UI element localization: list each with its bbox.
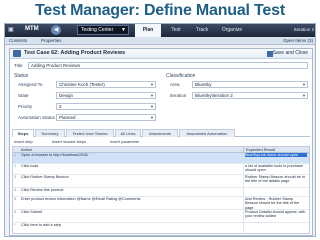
app-brand: MTM: [25, 26, 39, 32]
row-marker: 1: [14, 153, 16, 157]
save-and-close-button[interactable]: Save and Close: [273, 50, 308, 56]
priority-field[interactable]: 2 ▼: [56, 103, 156, 110]
area-field[interactable]: BlueSky ▼: [192, 81, 308, 88]
assigned-to-label: Assigned To: [18, 82, 43, 87]
priority-value: 2: [59, 104, 62, 109]
title-label: Title: [14, 63, 23, 68]
table-row[interactable]: 6 Click Submit Product Detailsl should a…: [13, 210, 309, 223]
tab-steps[interactable]: Steps: [12, 129, 34, 137]
area-value: BlueSky: [195, 82, 212, 87]
row-marker: *: [14, 223, 16, 227]
row-expected[interactable]: BlueSkyLink home should open: [245, 153, 307, 158]
table-row[interactable]: 3 Click Rubber Stamp Beacon Rubber Stamp…: [13, 175, 309, 188]
chevron-down-icon: ▼: [302, 93, 306, 98]
row-marker: 5: [14, 197, 16, 201]
top-bar: ▣ MTM ◀ Testing Center ▼ Plan Test Track…: [5, 24, 315, 37]
insert-shared-steps-button[interactable]: Insert shared steps: [52, 139, 86, 144]
row-action: Click Submit: [21, 210, 43, 214]
row-expected: Product Detailsl should appear, with you…: [245, 210, 306, 219]
row-marker: 3: [14, 175, 16, 179]
row-action: Open a browser to http://localhost:2010/: [21, 153, 89, 157]
iteration-field[interactable]: BlueSky\Iteration 2 ▼: [192, 92, 308, 99]
classification-heading: Classification: [166, 73, 196, 79]
status-heading: Status: [14, 73, 29, 79]
tab-organize[interactable]: Organize: [217, 24, 247, 37]
iteration-indicator: Iteration 2: [293, 27, 314, 32]
chevron-down-icon: ▼: [150, 82, 154, 87]
test-case-icon: [13, 50, 21, 57]
form-title: Test Case 62: Adding Product Reviews: [24, 50, 126, 56]
automation-status-field[interactable]: Planned ▼: [56, 114, 156, 121]
row-expected: Add Review - Rubber Stamp Beacon should …: [245, 197, 300, 210]
state-label: State: [18, 93, 29, 98]
row-expected: Rubber Stamp Beacon should be in the tit…: [245, 175, 305, 184]
tab-all-links[interactable]: All Links: [115, 129, 141, 137]
tab-plan[interactable]: Plan: [135, 24, 161, 37]
add-step-row[interactable]: * Click here to add a step: [13, 223, 309, 232]
area-label: Area: [170, 82, 180, 87]
iteration-label: Iteration: [170, 93, 187, 98]
tab-track[interactable]: Track: [191, 24, 213, 37]
tab-summary[interactable]: Summary: [35, 129, 65, 137]
row-action: Click here to add a step: [21, 223, 61, 227]
test-case-form: Test Case 62: Adding Product Reviews Sav…: [9, 48, 313, 236]
contents-link[interactable]: Contents: [9, 38, 27, 43]
assigned-to-field[interactable]: Christine Koch (Tester) ▼: [56, 81, 156, 88]
row-marker: 2: [14, 164, 16, 168]
open-items-link[interactable]: Open Items (3): [283, 38, 313, 43]
project-selector[interactable]: Testing Center ▼: [77, 25, 129, 35]
project-label: Testing Center: [81, 27, 114, 33]
iteration-value: BlueSky\Iteration 2: [195, 93, 233, 98]
slide-title: Test Manager: Define Manual Test: [35, 2, 285, 19]
app-logo-icon: ▣: [8, 27, 14, 33]
row-action: Click Rubber Stamp Beacon: [21, 175, 69, 179]
back-icon[interactable]: ◀: [51, 25, 61, 35]
properties-link[interactable]: Properties: [41, 38, 62, 43]
state-value: Design: [59, 93, 74, 98]
automation-status-label: Automation Status: [18, 115, 55, 120]
sub-bar: Contents Properties Open Items (3): [5, 37, 315, 45]
chevron-down-icon: ▼: [150, 104, 154, 109]
chevron-down-icon: ▼: [121, 27, 126, 33]
row-marker: 6: [14, 210, 16, 214]
row-action: Click Review this product: [21, 188, 64, 192]
form-header: Test Case 62: Adding Product Reviews Sav…: [10, 49, 312, 59]
state-field[interactable]: Design ▼: [56, 92, 156, 99]
title-field[interactable]: Adding Product Reviews: [28, 62, 308, 69]
row-expected: a list of available tools to purchase sh…: [245, 164, 304, 173]
steps-toolbar: Insert step Insert shared steps Insert p…: [12, 138, 310, 145]
table-row[interactable]: 1 Open a browser to http://localhost:201…: [13, 153, 309, 164]
steps-grid: Action Expected Result 1 Open a browser …: [12, 146, 310, 234]
tab-associated-automation[interactable]: Associated Automation: [179, 129, 235, 137]
priority-label: Priority: [18, 104, 33, 109]
assigned-to-value: Christine Koch (Tester): [59, 82, 105, 87]
automation-status-value: Planned: [59, 115, 76, 120]
row-marker: 4: [14, 188, 16, 192]
tab-attachments[interactable]: Attachments: [142, 129, 178, 137]
insert-step-button[interactable]: Insert step: [14, 139, 33, 144]
insert-parameter-button[interactable]: Insert parameter: [110, 139, 139, 144]
detail-tabs: Steps Summary Tested User Stories All Li…: [12, 129, 310, 137]
test-manager-window: ▣ MTM ◀ Testing Center ▼ Plan Test Track…: [4, 23, 316, 237]
chevron-down-icon: ▼: [150, 115, 154, 120]
chevron-down-icon: ▼: [150, 93, 154, 98]
table-row[interactable]: 2 Click tools a list of available tools …: [13, 164, 309, 175]
tab-test[interactable]: Test: [165, 24, 187, 37]
table-row[interactable]: 5 Enter product review information @Name…: [13, 197, 309, 210]
row-action: Click tools: [21, 164, 39, 168]
tab-tested-user-stories[interactable]: Tested User Stories: [66, 129, 114, 137]
chevron-down-icon: ▼: [302, 82, 306, 87]
table-row[interactable]: 4 Click Review this product: [13, 188, 309, 197]
row-action: Enter product review information @Name @…: [21, 197, 141, 201]
